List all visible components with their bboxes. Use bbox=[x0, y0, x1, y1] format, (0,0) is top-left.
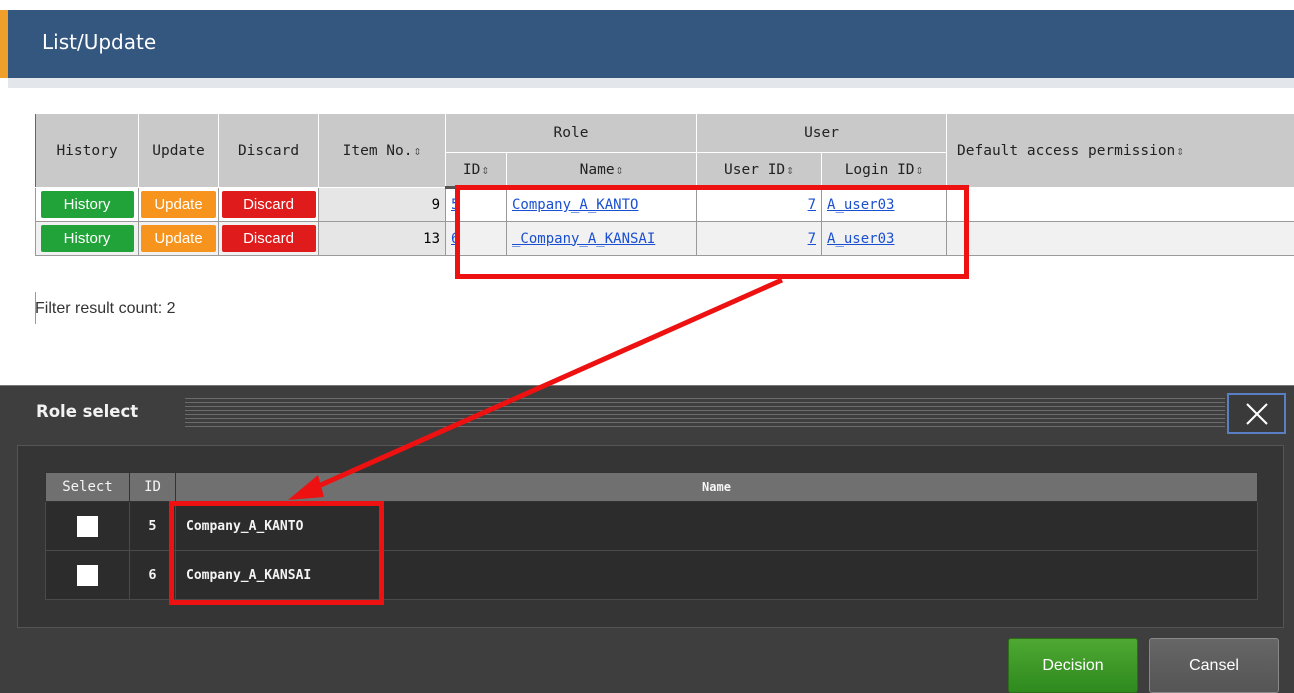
default-access-cell bbox=[946, 221, 1294, 256]
select-checkbox[interactable] bbox=[77, 515, 98, 537]
sort-icon[interactable]: ⇕ bbox=[414, 144, 422, 159]
update-button[interactable]: Update bbox=[141, 225, 216, 252]
update-button[interactable]: Update bbox=[141, 191, 216, 218]
col-role-name-header[interactable]: Name⇕ bbox=[505, 152, 698, 189]
col-role-id-header[interactable]: ID⇕ bbox=[445, 152, 507, 189]
history-button[interactable]: History bbox=[40, 225, 134, 252]
sort-icon[interactable]: ⇕ bbox=[481, 163, 489, 178]
dialog-title: Role select bbox=[36, 402, 139, 421]
sort-icon[interactable]: ⇕ bbox=[1176, 144, 1184, 159]
col-user-id-header[interactable]: User ID⇕ bbox=[696, 152, 823, 189]
dialog-title-stripes bbox=[185, 398, 1225, 428]
col-role-group-header: Role bbox=[444, 113, 698, 153]
item-no-cell: 9 bbox=[318, 187, 446, 222]
col-id-header: ID bbox=[129, 472, 176, 502]
close-button[interactable] bbox=[1227, 393, 1286, 434]
select-checkbox[interactable] bbox=[77, 564, 98, 586]
col-default-access-header[interactable]: Default access permission⇕ bbox=[946, 113, 1294, 188]
filter-result-count: Filter result count: 2 bbox=[35, 300, 176, 317]
item-no-cell: 13 bbox=[318, 221, 446, 256]
col-history-header: History bbox=[35, 113, 139, 188]
col-discard-header: Discard bbox=[218, 113, 319, 188]
history-button[interactable]: History bbox=[40, 191, 134, 218]
col-select-header: Select bbox=[45, 472, 130, 502]
panel-header: List/Update bbox=[0, 10, 1294, 78]
col-update-header: Update bbox=[138, 113, 219, 188]
sort-icon[interactable]: ⇕ bbox=[786, 163, 794, 178]
default-access-cell bbox=[946, 187, 1294, 222]
col-user-group-header: User bbox=[696, 113, 948, 153]
col-item-no-header[interactable]: Item No.⇕ bbox=[318, 113, 446, 188]
highlight-box-list bbox=[455, 185, 969, 279]
sort-icon[interactable]: ⇕ bbox=[916, 163, 924, 178]
col-name-header: Name bbox=[175, 472, 1258, 502]
highlight-box-dialog bbox=[169, 501, 384, 605]
discard-button[interactable]: Discard bbox=[221, 225, 316, 252]
close-icon bbox=[1246, 403, 1268, 425]
sort-icon[interactable]: ⇕ bbox=[616, 163, 624, 178]
cancel-button[interactable]: Cansel bbox=[1149, 638, 1279, 693]
panel-title: List/Update bbox=[42, 30, 157, 54]
panel-strip bbox=[8, 78, 1294, 88]
decision-button[interactable]: Decision bbox=[1008, 638, 1138, 693]
col-login-id-header[interactable]: Login ID⇕ bbox=[821, 152, 948, 189]
discard-button[interactable]: Discard bbox=[221, 191, 316, 218]
